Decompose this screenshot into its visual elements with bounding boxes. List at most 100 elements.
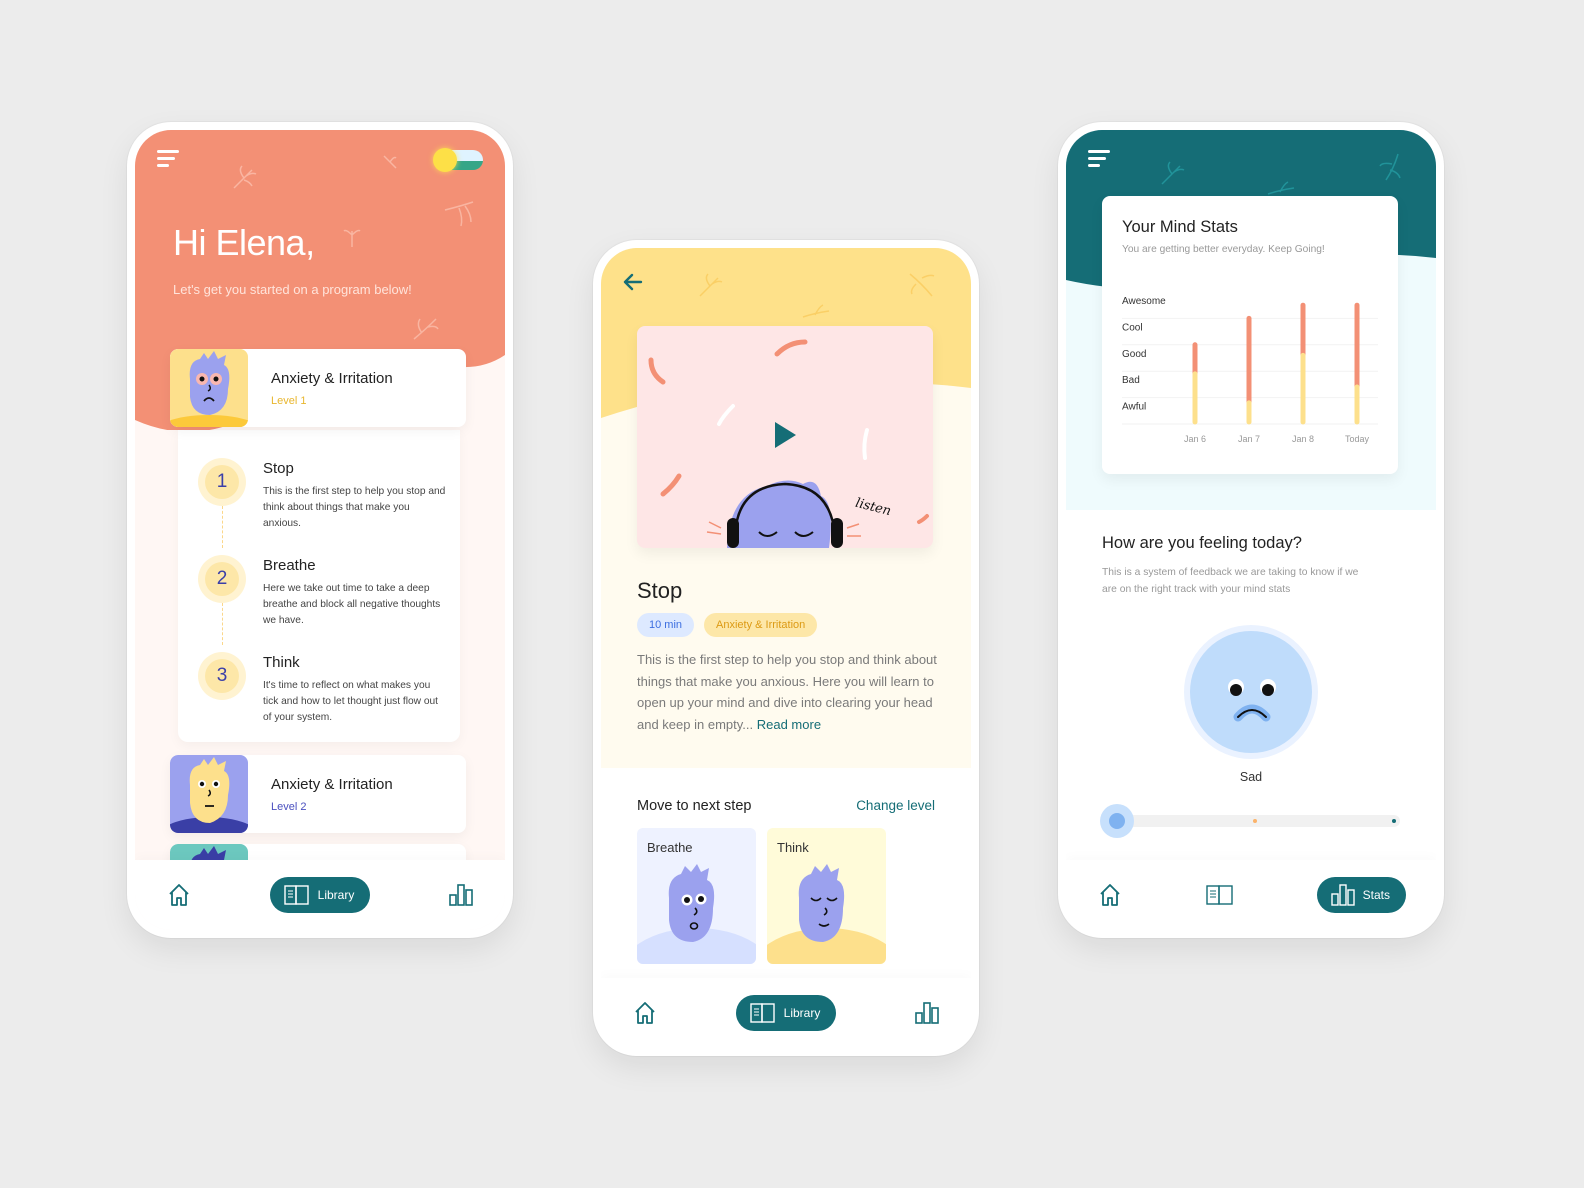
home-nav-button[interactable] xyxy=(165,881,193,909)
home-nav-button[interactable] xyxy=(1096,881,1124,909)
feeling-title: How are you feeling today? xyxy=(1102,534,1302,552)
day-night-toggle[interactable] xyxy=(433,148,483,172)
program-steps-card: 1 Stop This is the first step to help yo… xyxy=(178,430,460,742)
neutral-face-illustration xyxy=(170,755,248,833)
leaf-decoration-icon xyxy=(233,165,257,189)
leaf-decoration-icon xyxy=(1161,161,1185,185)
next-step-breathe[interactable]: Breathe xyxy=(637,828,756,964)
detail-screen: listen Stop 10 min Anxiety & Irritation … xyxy=(601,248,971,1048)
leaf-decoration-icon xyxy=(444,201,474,227)
program-card-level-2[interactable]: Anxiety & Irritation Level 2 xyxy=(170,755,466,833)
stats-nav-button[interactable] xyxy=(447,881,475,909)
step-description: It's time to reflect on what makes you t… xyxy=(263,680,438,723)
mind-stats-chart: Awful Bad Good Cool Awesome Jan 6 Jan 7 Jan 8 To… xyxy=(1122,296,1378,444)
x-tick-label: Today xyxy=(1345,434,1370,444)
worried-face-illustration xyxy=(170,349,248,427)
library-nav-button[interactable]: Library xyxy=(269,877,371,913)
video-player[interactable]: listen xyxy=(637,326,933,548)
change-level-link[interactable]: Change level xyxy=(856,798,935,813)
mood-label: Sad xyxy=(1239,770,1263,784)
slider-mid-marker xyxy=(1253,819,1257,823)
book-icon xyxy=(1206,885,1234,905)
stats-label: Stats xyxy=(1362,888,1390,902)
greeting-title: Hi Elena, xyxy=(173,222,315,263)
x-tick-label: Jan 7 xyxy=(1238,434,1260,444)
y-tick-label: Awful xyxy=(1122,402,1146,413)
home-icon xyxy=(635,1002,655,1024)
tile-label: Think xyxy=(777,840,809,855)
leaf-decoration-icon xyxy=(909,273,935,297)
stats-screen: Your Mind Stats You are getting better e… xyxy=(1066,130,1436,930)
y-tick-label: Cool xyxy=(1122,322,1143,333)
book-icon xyxy=(749,1003,775,1023)
step-connector xyxy=(222,603,223,645)
bottom-navigation: Library xyxy=(135,860,505,930)
x-tick-label: Jan 6 xyxy=(1184,434,1206,444)
leaf-decoration-icon xyxy=(802,304,830,318)
category-chip: Anxiety & Irritation xyxy=(704,613,818,637)
program-card-level-1[interactable]: Anxiety & Irritation Level 1 xyxy=(170,349,466,427)
program-level: Level 1 xyxy=(271,394,307,407)
duration-chip: 10 min xyxy=(637,613,695,637)
home-screen-phone: Hi Elena, Let's get you started on a pro… xyxy=(127,122,513,938)
mood-slider[interactable] xyxy=(1100,804,1400,838)
stats-title: Your Mind Stats xyxy=(1122,218,1238,236)
play-icon[interactable] xyxy=(775,422,796,448)
bar-chart-icon xyxy=(449,884,473,906)
step-number-badge: 2 xyxy=(198,555,246,603)
next-step-think[interactable]: Think xyxy=(767,828,886,964)
tile-label: Breathe xyxy=(647,840,693,855)
next-step-section: Move to next step Change level Breathe T… xyxy=(601,776,971,996)
menu-icon[interactable] xyxy=(157,150,181,168)
step-description: This is the first step to help you stop … xyxy=(263,486,446,529)
library-label: Library xyxy=(783,1006,821,1020)
mood-face xyxy=(1184,625,1318,759)
step-title: Think xyxy=(263,654,300,671)
home-nav-button[interactable] xyxy=(631,999,659,1027)
read-more-link[interactable]: Read more xyxy=(757,717,821,732)
leaf-decoration-icon xyxy=(699,273,723,297)
stats-subtitle: You are getting better everyday. Keep Go… xyxy=(1122,244,1325,255)
program-title: Anxiety & Irritation xyxy=(271,775,393,793)
bottom-navigation: Library xyxy=(601,978,971,1048)
library-label: Library xyxy=(317,888,355,902)
arrow-left-icon xyxy=(623,273,643,291)
back-button[interactable] xyxy=(621,270,645,294)
feeling-section: How are you feeling today? This is a sys… xyxy=(1066,510,1436,870)
home-screen: Hi Elena, Let's get you started on a pro… xyxy=(135,130,505,930)
stats-screen-phone: Your Mind Stats You are getting better e… xyxy=(1058,122,1444,938)
menu-icon[interactable] xyxy=(1088,150,1112,168)
program-title: Anxiety & Irritation xyxy=(271,369,393,387)
sun-icon xyxy=(433,148,457,172)
step-number-badge: 3 xyxy=(198,652,246,700)
step-description: This is the first step to help you stop … xyxy=(637,652,937,732)
leaf-decoration-icon xyxy=(343,229,361,247)
feeling-subtitle: This is a system of feedback we are taki… xyxy=(1102,567,1359,595)
bar-chart-icon xyxy=(1330,884,1355,906)
detail-screen-phone: listen Stop 10 min Anxiety & Irritation … xyxy=(593,240,979,1056)
next-step-title: Move to next step xyxy=(637,798,752,814)
mind-stats-card: Your Mind Stats You are getting better e… xyxy=(1102,196,1398,474)
y-tick-label: Bad xyxy=(1122,375,1140,386)
step-title: Stop xyxy=(637,578,683,603)
library-nav-button[interactable]: Library xyxy=(735,995,837,1031)
step-title: Breathe xyxy=(263,557,316,574)
slider-end-marker xyxy=(1392,819,1396,823)
mood-slider-handle[interactable] xyxy=(1100,804,1134,838)
home-icon xyxy=(169,884,189,906)
sad-face-icon xyxy=(1228,679,1276,722)
leaf-decoration-icon xyxy=(383,155,397,169)
stats-nav-button[interactable]: Stats xyxy=(1316,877,1406,913)
greeting-subtitle: Let's get you started on a program below… xyxy=(173,282,412,297)
step-number-badge: 1 xyxy=(198,458,246,506)
step-description: Here we take out time to take a deep bre… xyxy=(263,583,441,626)
bar-chart-icon xyxy=(915,1002,939,1024)
leaf-decoration-icon xyxy=(413,318,439,340)
y-tick-label: Awesome xyxy=(1122,296,1166,307)
leaf-decoration-icon xyxy=(1379,153,1401,181)
program-level: Level 2 xyxy=(271,800,307,813)
library-nav-button[interactable] xyxy=(1206,881,1234,909)
x-tick-label: Jan 8 xyxy=(1292,434,1314,444)
y-tick-label: Good xyxy=(1122,349,1146,360)
stats-nav-button[interactable] xyxy=(913,999,941,1027)
